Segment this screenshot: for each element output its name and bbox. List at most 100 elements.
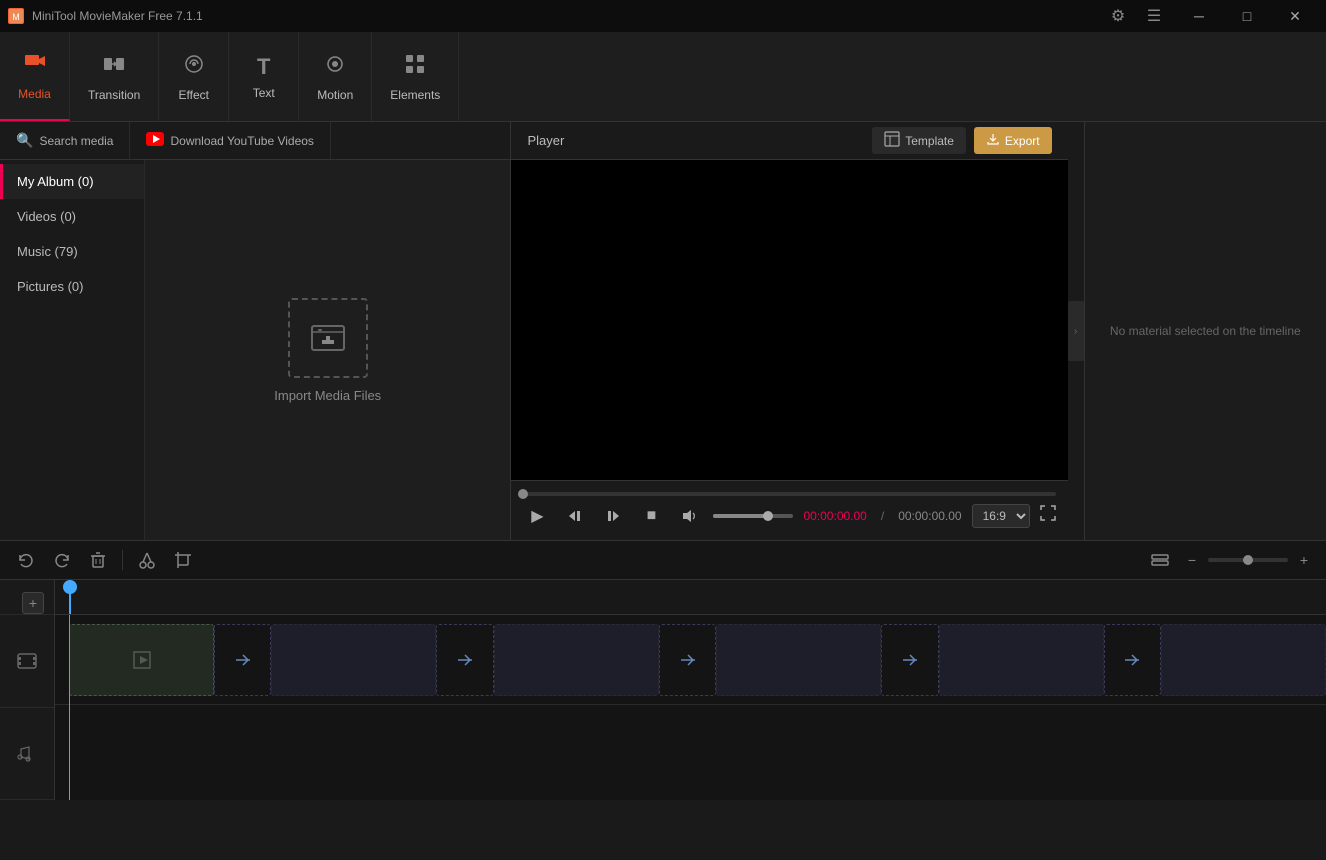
- add-track-area: +: [0, 580, 54, 615]
- text-icon: T: [257, 54, 270, 80]
- app-icon: M: [8, 8, 24, 24]
- volume-button[interactable]: [675, 502, 703, 530]
- import-media-box[interactable]: Import Media Files: [274, 298, 381, 403]
- video-transition-1[interactable]: [214, 624, 271, 696]
- video-transition-5[interactable]: [1104, 624, 1161, 696]
- fullscreen-button[interactable]: [1040, 505, 1056, 526]
- timeline-labels: +: [0, 580, 55, 800]
- video-transition-2[interactable]: [436, 624, 493, 696]
- video-player: [511, 160, 1067, 480]
- collapse-button[interactable]: ›: [1068, 301, 1084, 361]
- audio-track-row: [55, 705, 1326, 795]
- prev-frame-button[interactable]: [561, 502, 589, 530]
- volume-thumb: [763, 511, 773, 521]
- template-label: Template: [905, 134, 954, 148]
- left-content: My Album (0) Videos (0) Music (79) Pictu…: [0, 160, 510, 540]
- media-icon: [23, 51, 47, 81]
- close-button[interactable]: ✕: [1272, 0, 1318, 32]
- delete-button[interactable]: [82, 544, 114, 576]
- zoom-in-button[interactable]: +: [1292, 548, 1316, 572]
- time-separator: /: [881, 509, 884, 523]
- svg-text:M: M: [12, 12, 20, 22]
- sidebar-item-videos[interactable]: Videos (0): [0, 199, 144, 234]
- play-button[interactable]: ▶: [523, 502, 551, 530]
- toolbar-item-text[interactable]: T Text: [229, 32, 299, 121]
- youtube-label: Download YouTube Videos: [170, 134, 313, 148]
- transition-icon: [102, 52, 126, 82]
- player-area: Player Template Export: [511, 122, 1067, 540]
- audio-track-label: [0, 708, 54, 801]
- middle-section: 🔍 Search media Download YouTube Videos M…: [0, 122, 1326, 540]
- export-button[interactable]: Export: [974, 127, 1052, 154]
- aspect-ratio-select[interactable]: 16:9 4:3 1:1 9:16: [972, 504, 1030, 528]
- elements-icon: [403, 52, 427, 82]
- toolbar-item-elements[interactable]: Elements: [372, 32, 459, 121]
- timeline-ruler[interactable]: [55, 580, 1326, 615]
- video-transition-3[interactable]: [659, 624, 716, 696]
- crop-button[interactable]: [167, 544, 199, 576]
- video-clip-empty-1[interactable]: [271, 624, 436, 696]
- cut-button[interactable]: [131, 544, 163, 576]
- search-icon: 🔍: [16, 132, 33, 149]
- sidebar-item-album[interactable]: My Album (0): [0, 164, 144, 199]
- video-clip-empty-4[interactable]: [939, 624, 1104, 696]
- toolbar-item-transition[interactable]: Transition: [70, 32, 159, 121]
- next-frame-button[interactable]: [599, 502, 627, 530]
- sidebar-item-pictures[interactable]: Pictures (0): [0, 269, 144, 304]
- redo-button[interactable]: [46, 544, 78, 576]
- left-subbar: 🔍 Search media Download YouTube Videos: [0, 122, 510, 160]
- stop-button[interactable]: ■: [637, 502, 665, 530]
- toolbar-item-effect[interactable]: Effect: [159, 32, 229, 121]
- toolbar-effect-label: Effect: [179, 88, 209, 102]
- import-icon: [288, 298, 368, 378]
- time-current: 00:00:00.00: [803, 509, 866, 523]
- search-media-btn[interactable]: 🔍 Search media: [0, 122, 130, 159]
- right-panel: No material selected on the timeline: [1084, 122, 1326, 540]
- player-controls: ▶ ■ 00:00:00.00 / 00:00:00.00: [511, 480, 1067, 540]
- settings-button[interactable]: ⚙: [1104, 2, 1132, 30]
- undo-button[interactable]: [10, 544, 42, 576]
- zoom-slider[interactable]: [1208, 558, 1288, 562]
- import-label: Import Media Files: [274, 388, 381, 403]
- app-title: MiniTool MovieMaker Free 7.1.1: [32, 9, 203, 23]
- youtube-download-btn[interactable]: Download YouTube Videos: [130, 122, 330, 159]
- zoom-controls: − +: [1144, 544, 1316, 576]
- zoom-out-button[interactable]: −: [1180, 548, 1204, 572]
- progress-thumb: [518, 489, 528, 499]
- progress-bar[interactable]: [523, 492, 1055, 496]
- titlebar-controls: ─ □ ✕: [1176, 0, 1318, 32]
- player-header: Player Template Export: [511, 122, 1067, 160]
- minimize-button[interactable]: ─: [1176, 0, 1222, 32]
- template-button[interactable]: Template: [872, 127, 966, 154]
- maximize-button[interactable]: □: [1224, 0, 1270, 32]
- toolbar-item-media[interactable]: Media: [0, 32, 70, 121]
- video-track-label: [0, 615, 54, 708]
- video-clip-main[interactable]: [69, 624, 214, 696]
- left-panel: 🔍 Search media Download YouTube Videos M…: [0, 122, 511, 540]
- video-transition-4[interactable]: [881, 624, 938, 696]
- template-icon: [884, 131, 900, 150]
- toolbar-separator: [122, 550, 123, 570]
- timeline-vertical-line: [69, 615, 70, 800]
- motion-icon: [323, 52, 347, 82]
- menu-button[interactable]: ☰: [1140, 2, 1168, 30]
- toolbar-media-label: Media: [18, 87, 51, 101]
- collapse-panel: ›: [1068, 122, 1084, 540]
- video-clip-empty-5[interactable]: [1161, 624, 1326, 696]
- video-clip-empty-3[interactable]: [716, 624, 881, 696]
- volume-slider[interactable]: [713, 514, 793, 518]
- search-media-label: Search media: [39, 134, 113, 148]
- time-total: 00:00:00.00: [898, 509, 961, 523]
- timeline-content: [55, 580, 1326, 800]
- sidebar-item-music[interactable]: Music (79): [0, 234, 144, 269]
- toolbar-transition-label: Transition: [88, 88, 140, 102]
- add-track-button[interactable]: +: [22, 592, 44, 614]
- toolbar-item-motion[interactable]: Motion: [299, 32, 372, 121]
- video-clip-empty-2[interactable]: [494, 624, 659, 696]
- video-track-row: [55, 615, 1326, 705]
- volume-fill: [713, 514, 769, 518]
- toolbar-elements-label: Elements: [390, 88, 440, 102]
- split-tracks-button[interactable]: [1144, 544, 1176, 576]
- youtube-icon: [146, 132, 164, 149]
- toolbar-motion-label: Motion: [317, 88, 353, 102]
